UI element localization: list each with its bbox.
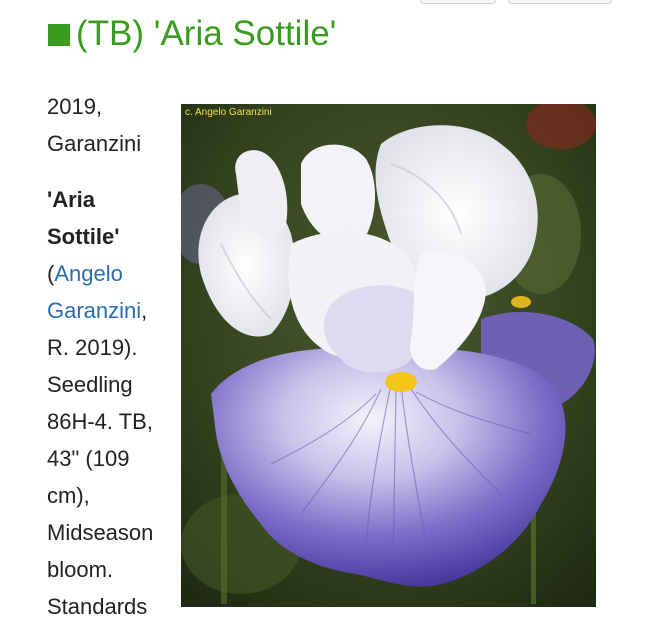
article-text: 2019, Garanzini 'Aria Sottile' (Angelo G… (47, 88, 172, 644)
hybridizer-link-last[interactable]: Garanzini (47, 298, 141, 323)
green-square-icon (48, 24, 70, 46)
top-button-right[interactable] (508, 0, 612, 4)
photo-credit: c. Angelo Garanzini (185, 107, 272, 118)
seedling-number-text: 86H-4. TB, (47, 409, 153, 434)
iris-photo[interactable]: c. Angelo Garanzini (181, 104, 596, 607)
cultivar-name-part1: 'Aria (47, 187, 96, 212)
year-line: 2019, (47, 94, 103, 119)
season-text: Midseason (47, 520, 154, 545)
iris-illustration (181, 104, 596, 607)
top-button-left[interactable] (420, 0, 496, 4)
seedling-text: Seedling (47, 372, 133, 397)
cultivar-name-part2: Sottile' (47, 224, 120, 249)
bloom-text: bloom. (47, 557, 114, 582)
page-title-text: (TB) 'Aria Sottile' (76, 14, 337, 53)
page-title: (TB) 'Aria Sottile' (48, 10, 336, 58)
standards-text: Standards (47, 594, 148, 619)
registration-text: R. 2019). (47, 335, 138, 360)
description-paragraph: 'Aria Sottile' (Angelo Garanzini, R. 201… (47, 181, 172, 625)
height-cm-text: cm), (47, 483, 90, 508)
height-text: 43" (109 (47, 446, 130, 471)
breeder-line: Garanzini (47, 131, 142, 156)
hybridizer-link-first[interactable]: Angelo (54, 261, 123, 286)
intro-paragraph: 2019, Garanzini (47, 88, 172, 162)
comma: , (141, 298, 148, 323)
